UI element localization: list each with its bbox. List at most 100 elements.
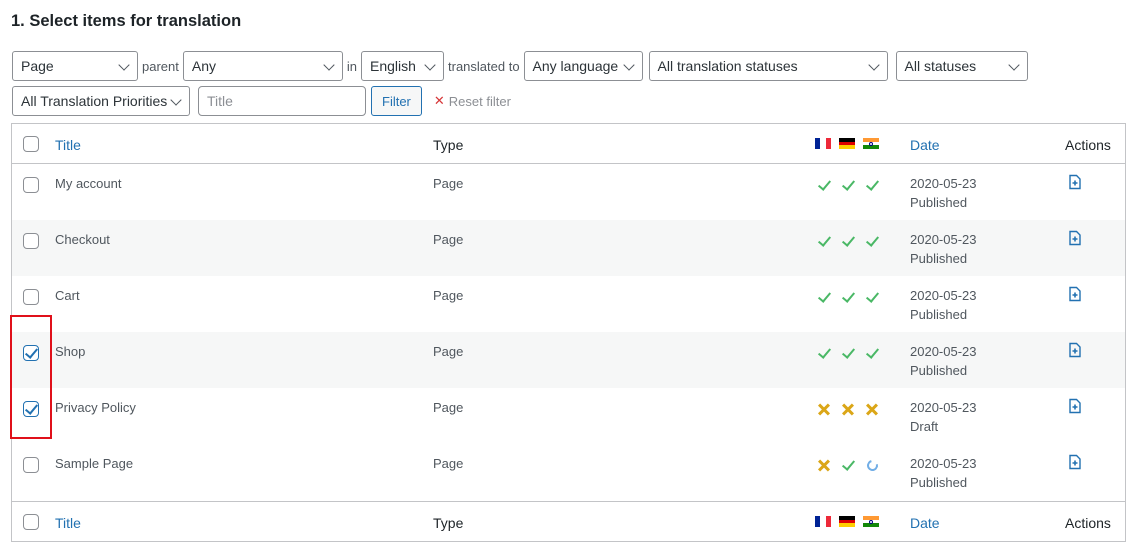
items-table: Title Type Date Actions My account Page … — [11, 123, 1126, 542]
france-flag-icon — [815, 138, 831, 149]
parent-label: parent — [142, 58, 179, 74]
title-column-header[interactable]: Title — [55, 137, 81, 153]
date-column-footer[interactable]: Date — [910, 515, 940, 531]
row-type: Page — [433, 400, 464, 415]
row-checkbox[interactable] — [23, 457, 39, 473]
add-to-basket-icon[interactable] — [1067, 174, 1083, 190]
not-translated-x-icon[interactable] — [816, 401, 832, 417]
row-type: Page — [433, 456, 464, 471]
chevron-down-icon — [323, 59, 335, 71]
row-title[interactable]: Shop — [55, 344, 85, 359]
select-all-checkbox[interactable] — [23, 136, 39, 152]
translated-check-icon[interactable] — [816, 233, 832, 249]
row-date-value: 2020-05-23 — [910, 288, 977, 303]
post-type-value: Page — [21, 58, 54, 74]
table-row: My account Page 2020-05-23 Published — [12, 164, 1125, 220]
add-to-basket-icon[interactable] — [1067, 286, 1083, 302]
row-title[interactable]: My account — [55, 176, 121, 191]
priority-select[interactable]: All Translation Priorities — [12, 86, 190, 116]
reset-filter-link[interactable]: ✕ Reset filter — [434, 93, 511, 109]
translated-check-icon[interactable] — [840, 457, 856, 473]
source-language-value: English — [370, 58, 416, 74]
add-to-basket-icon[interactable] — [1067, 230, 1083, 246]
row-date-value: 2020-05-23 — [910, 344, 977, 359]
target-language-value: Any language — [532, 58, 619, 74]
translated-check-icon[interactable] — [840, 345, 856, 361]
row-date: 2020-05-23 Published — [910, 176, 977, 210]
row-date: 2020-05-23 Published — [910, 288, 977, 322]
translation-status — [816, 177, 880, 193]
row-status: Published — [910, 363, 968, 378]
translated-check-icon[interactable] — [864, 233, 880, 249]
translated-check-icon[interactable] — [840, 233, 856, 249]
add-to-basket-icon[interactable] — [1067, 454, 1083, 470]
table-row: Privacy Policy Page 2020-05-23 Draft — [12, 388, 1125, 444]
chevron-down-icon — [118, 59, 130, 71]
table-row: Cart Page 2020-05-23 Published — [12, 276, 1125, 332]
translation-status — [816, 457, 880, 473]
in-label: in — [346, 58, 357, 74]
title-filter-input[interactable] — [198, 86, 366, 116]
language-flags — [815, 516, 879, 528]
translation-status — [816, 233, 880, 249]
translated-check-icon[interactable] — [864, 289, 880, 305]
chevron-down-icon — [622, 59, 635, 71]
row-date-value: 2020-05-23 — [910, 456, 977, 471]
row-status: Published — [910, 195, 968, 210]
type-column-header: Type — [433, 137, 464, 153]
germany-flag-icon — [839, 516, 855, 528]
table-row: Checkout Page 2020-05-23 Published — [12, 220, 1125, 276]
row-status: Published — [910, 251, 968, 266]
parent-select[interactable]: Any — [182, 51, 343, 81]
not-translated-x-icon[interactable] — [816, 457, 832, 473]
row-checkbox[interactable] — [23, 289, 39, 305]
status-value: All statuses — [904, 58, 977, 74]
row-checkbox[interactable] — [23, 345, 39, 361]
date-column-header[interactable]: Date — [910, 137, 940, 153]
translation-status-value: All translation statuses — [657, 58, 798, 74]
status-select[interactable]: All statuses — [895, 51, 1028, 81]
translation-status — [816, 401, 880, 417]
translation-status-select[interactable]: All translation statuses — [648, 51, 888, 81]
source-language-select[interactable]: English — [361, 51, 444, 81]
add-to-basket-icon[interactable] — [1067, 342, 1083, 358]
row-date: 2020-05-23 Published — [910, 456, 977, 490]
row-date-value: 2020-05-23 — [910, 400, 977, 415]
translated-check-icon[interactable] — [840, 177, 856, 193]
close-icon: ✕ — [433, 93, 445, 108]
row-checkbox[interactable] — [23, 233, 39, 249]
translated-check-icon[interactable] — [840, 289, 856, 305]
post-type-select[interactable]: Page — [12, 51, 138, 81]
row-date: 2020-05-23 Published — [910, 344, 977, 378]
sync-icon[interactable] — [864, 457, 880, 473]
translated-check-icon[interactable] — [864, 345, 880, 361]
chevron-down-icon — [170, 94, 182, 106]
filter-button[interactable]: Filter — [371, 86, 422, 116]
actions-column-header: Actions — [1065, 137, 1111, 153]
translated-check-icon[interactable] — [816, 177, 832, 193]
table-row: Sample Page Page 2020-05-23 Published — [12, 444, 1125, 501]
select-all-checkbox[interactable] — [23, 514, 39, 530]
row-date-value: 2020-05-23 — [910, 232, 977, 247]
title-column-footer[interactable]: Title — [55, 515, 81, 531]
row-title[interactable]: Sample Page — [55, 456, 133, 471]
translated-check-icon[interactable] — [864, 177, 880, 193]
translated-check-icon[interactable] — [816, 289, 832, 305]
not-translated-x-icon[interactable] — [840, 401, 856, 417]
filter-row-1: Page parent Any in English translated to… — [12, 51, 1028, 81]
row-checkbox[interactable] — [23, 177, 39, 193]
target-language-select[interactable]: Any language — [523, 51, 643, 81]
row-title[interactable]: Cart — [55, 288, 80, 303]
type-column-footer: Type — [433, 515, 464, 531]
translated-check-icon[interactable] — [816, 345, 832, 361]
row-type: Page — [433, 344, 464, 359]
row-checkbox[interactable] — [23, 401, 39, 417]
not-translated-x-icon[interactable] — [864, 401, 880, 417]
row-title[interactable]: Checkout — [55, 232, 110, 247]
language-flags — [815, 138, 879, 150]
chevron-down-icon — [867, 59, 880, 71]
row-title[interactable]: Privacy Policy — [55, 400, 136, 415]
row-type: Page — [433, 176, 464, 191]
add-to-basket-icon[interactable] — [1067, 398, 1083, 414]
row-date-value: 2020-05-23 — [910, 176, 977, 191]
